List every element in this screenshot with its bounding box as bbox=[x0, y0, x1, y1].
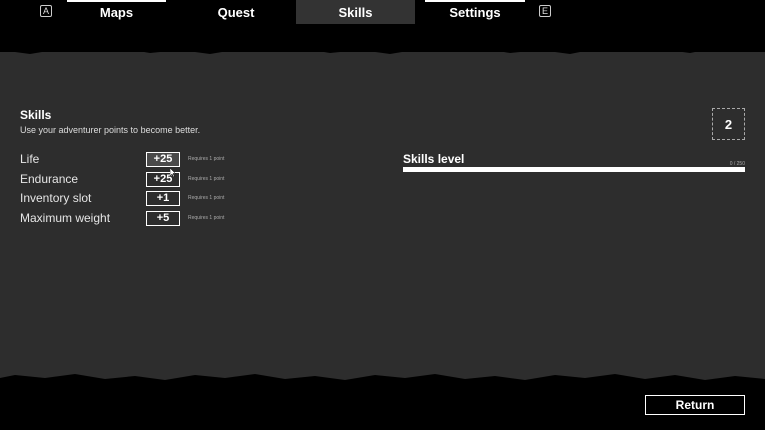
tab-indicator bbox=[425, 0, 525, 2]
tab-settings[interactable]: Settings bbox=[425, 0, 525, 24]
skill-requirement: Requires 1 point bbox=[188, 195, 225, 201]
tab-label: Quest bbox=[217, 4, 255, 20]
tab-quest[interactable]: Quest bbox=[186, 0, 286, 24]
skill-label: Endurance bbox=[20, 172, 79, 186]
skills-level-label: Skills level bbox=[403, 152, 465, 166]
torn-edge-bottom bbox=[0, 374, 765, 386]
tab-maps[interactable]: Maps bbox=[67, 0, 166, 24]
next-tab-key-hint: E bbox=[539, 5, 551, 17]
upgrade-life-button[interactable]: +25 bbox=[146, 151, 180, 167]
skill-label: Inventory slot bbox=[20, 191, 92, 205]
skill-row-inventory-slot: Inventory slot +1 Requires 1 point bbox=[20, 189, 224, 207]
tab-skills[interactable]: Skills bbox=[296, 0, 415, 24]
skill-label: Maximum weight bbox=[20, 211, 111, 225]
skill-requirement: Requires 1 point bbox=[188, 176, 225, 182]
available-points-counter: 2 bbox=[712, 108, 745, 140]
top-navigation: A Maps Quest Skills Settings E bbox=[0, 0, 765, 48]
upgrade-inventory-slot-button[interactable]: +1 bbox=[146, 190, 180, 206]
skill-row-maximum-weight: Maximum weight +5 Requires 1 point bbox=[20, 209, 224, 227]
tab-label: Skills bbox=[338, 4, 373, 20]
skill-row-endurance: Endurance +25 Requires 1 point bbox=[20, 170, 224, 188]
tab-indicator bbox=[67, 0, 166, 2]
upgrade-maximum-weight-button[interactable]: +5 bbox=[146, 210, 180, 226]
return-button[interactable]: Return bbox=[645, 395, 745, 415]
prev-tab-key-hint: A bbox=[40, 5, 52, 17]
skills-level-progress-bar bbox=[403, 167, 745, 172]
skill-row-life: Life +25 Requires 1 point bbox=[20, 150, 224, 168]
skill-label: Life bbox=[20, 152, 40, 166]
torn-edge-top bbox=[0, 44, 765, 54]
skill-requirement: Requires 1 point bbox=[188, 156, 225, 162]
skills-subtitle: Use your adventurer points to become bet… bbox=[20, 125, 201, 135]
tab-label: Maps bbox=[99, 4, 134, 20]
skills-title: Skills bbox=[20, 108, 52, 122]
skill-requirement: Requires 1 point bbox=[188, 215, 225, 221]
mouse-cursor-icon bbox=[170, 168, 176, 177]
tab-label: Settings bbox=[449, 4, 501, 20]
